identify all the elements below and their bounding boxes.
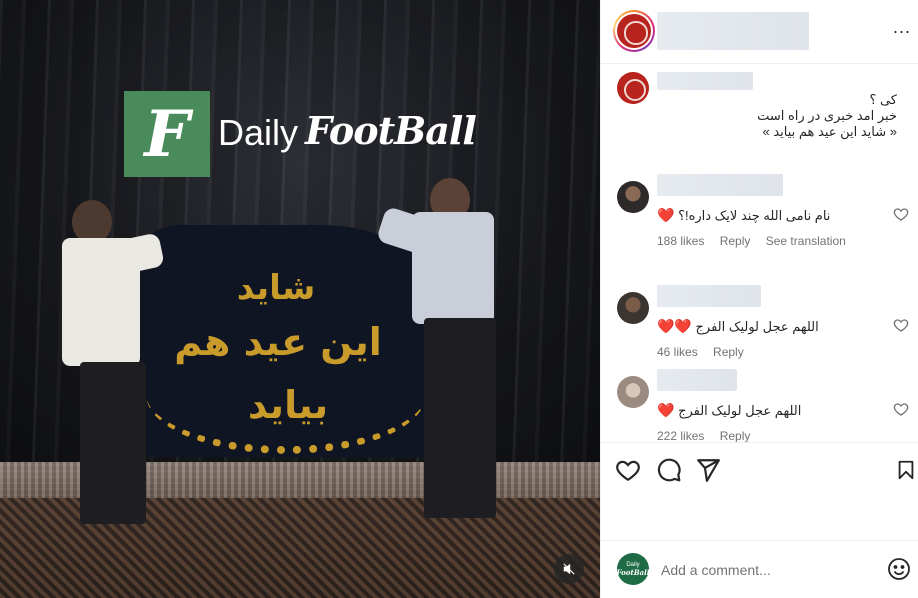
- comment-2: اللهم عجل لولیک الفرج ❤️❤️ 46 likes Repl…: [617, 285, 913, 362]
- comment-body: اللهم عجل لولیک الفرج: [678, 403, 802, 418]
- like-comment-heart-icon[interactable]: [893, 206, 909, 222]
- commenter-username-redacted[interactable]: [657, 369, 737, 391]
- commenter-username-redacted[interactable]: [657, 285, 761, 307]
- logo-letter: F: [144, 96, 190, 172]
- caption-line-3: « شاید این عید هم بیاید »: [762, 124, 897, 139]
- comment-1: نام نامی الله چند لایک داره!؟ ❤️ 188 lik…: [617, 174, 913, 251]
- logo-word-football: FootBall: [305, 108, 477, 153]
- comment-likes[interactable]: 188 likes: [657, 234, 704, 248]
- emoji-smiley-icon[interactable]: [887, 557, 911, 581]
- reply-button[interactable]: Reply: [720, 429, 751, 443]
- post-side-panel: ... کی ؟ خبر امد خبری در راه است « شاید …: [600, 0, 918, 598]
- caption-username-redacted[interactable]: [657, 72, 753, 90]
- comment-3: اللهم عجل لولیک الفرج ❤️ 222 likes Reply: [617, 369, 913, 446]
- comment-likes[interactable]: 46 likes: [657, 345, 698, 359]
- banner-line-3: بیاید: [247, 383, 329, 427]
- banner-line-1: شاید: [236, 268, 316, 308]
- speaker-muted-icon: [563, 563, 575, 575]
- comment-meta: 188 likes Reply See translation: [657, 234, 858, 248]
- comment-bubble-icon[interactable]: [656, 457, 682, 483]
- caption: کی ؟ خبر امد خبری در راه است « شاید این …: [617, 72, 907, 152]
- caption-line-1: کی ؟: [869, 92, 897, 107]
- reply-button[interactable]: Reply: [713, 345, 744, 359]
- comment-body: اللهم عجل لولیک الفرج: [695, 319, 819, 334]
- mute-button[interactable]: [554, 554, 584, 584]
- post-action-bar: [601, 442, 918, 494]
- caption-text: کی ؟ خبر امد خبری در راه است « شاید این …: [657, 92, 897, 140]
- like-heart-icon[interactable]: [615, 457, 641, 483]
- comment-likes[interactable]: 222 likes: [657, 429, 704, 443]
- more-dots-icon: ...: [892, 17, 911, 37]
- share-paper-plane-icon[interactable]: [695, 457, 721, 483]
- commenter-avatar[interactable]: [617, 181, 649, 213]
- red-heart-emoji: ❤️❤️: [657, 318, 692, 334]
- author-story-ring[interactable]: [613, 10, 655, 52]
- logo-word-daily: Daily: [218, 112, 299, 153]
- comment-meta: 222 likes Reply: [657, 429, 762, 443]
- caption-author-avatar[interactable]: [617, 72, 649, 104]
- banner-line-2: این عید هم: [174, 320, 382, 364]
- comment-meta: 46 likes Reply: [657, 345, 756, 359]
- red-heart-emoji: ❤️: [657, 207, 675, 223]
- commenter-username-redacted[interactable]: [657, 174, 783, 196]
- red-heart-emoji: ❤️: [657, 402, 675, 418]
- reply-button[interactable]: Reply: [720, 234, 751, 248]
- comment-text: نام نامی الله چند لایک داره!؟ ❤️: [657, 207, 872, 224]
- comment-text: اللهم عجل لولیک الفرج ❤️❤️: [657, 318, 872, 335]
- viewer-avatar-line-2: FootBall: [616, 567, 650, 577]
- save-bookmark-icon[interactable]: [895, 457, 917, 483]
- caption-line-2: خبر امد خبری در راه است: [757, 108, 897, 123]
- see-translation-button[interactable]: See translation: [766, 234, 846, 248]
- like-comment-heart-icon[interactable]: [893, 401, 909, 417]
- add-comment-input[interactable]: [661, 559, 861, 581]
- comment-text: اللهم عجل لولیک الفرج ❤️: [657, 402, 872, 419]
- more-options-button[interactable]: ...: [891, 18, 913, 42]
- post-header: ...: [601, 0, 918, 64]
- daily-football-logo-mark: F: [124, 91, 210, 177]
- like-comment-heart-icon[interactable]: [893, 317, 909, 333]
- viewer-avatar[interactable]: Daily FootBall: [617, 553, 649, 585]
- comment-body: نام نامی الله چند لایک داره!؟: [678, 208, 831, 223]
- commenter-avatar[interactable]: [617, 376, 649, 408]
- add-comment-row: Daily FootBall: [601, 540, 918, 598]
- commenter-avatar[interactable]: [617, 292, 649, 324]
- post-media[interactable]: F Daily FootBall شاید این عید هم بیاید: [0, 0, 600, 598]
- author-avatar: [617, 14, 651, 48]
- author-username-redacted[interactable]: [657, 12, 809, 50]
